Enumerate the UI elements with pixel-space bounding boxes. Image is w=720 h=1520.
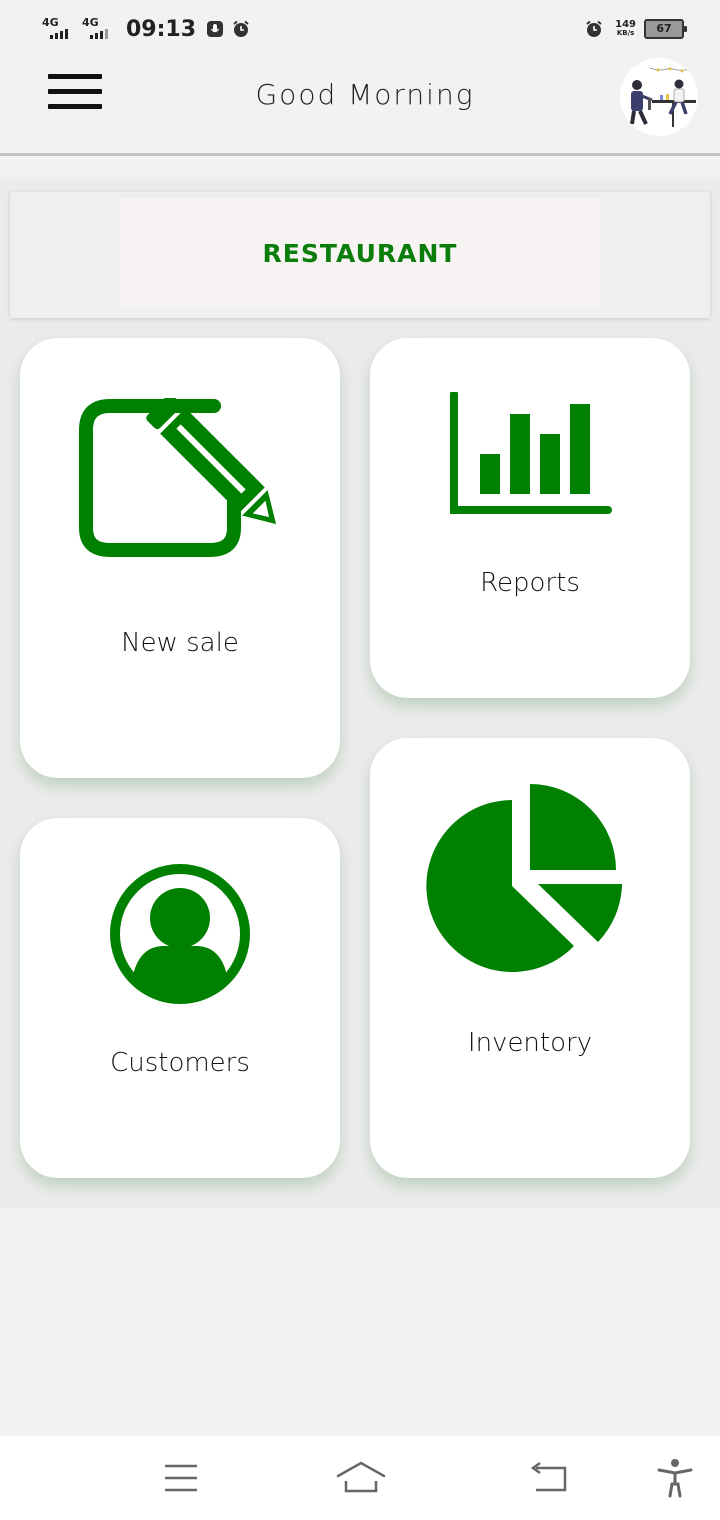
signal-icon-2: 4G (82, 16, 116, 42)
network-type-1: 4G (42, 16, 59, 29)
business-banner: RESTAURANT (10, 192, 710, 318)
greeting-title: Good Morning (255, 78, 475, 111)
signal-icon: 4G (42, 16, 76, 42)
pie-chart-icon (426, 784, 622, 972)
accessibility-icon[interactable] (656, 1458, 694, 1498)
network-speed: 149 KB/s (615, 20, 636, 38)
reports-label: Reports (480, 568, 580, 598)
banner-inner: RESTAURANT (120, 198, 600, 308)
battery-icon: 67 (644, 19, 687, 39)
battery-level: 67 (656, 22, 672, 35)
home-icon[interactable] (336, 1460, 386, 1494)
customers-card[interactable]: Customers (20, 818, 340, 1178)
inventory-card[interactable]: Inventory (370, 738, 690, 1178)
alarm-icon (586, 20, 602, 37)
customers-label: Customers (110, 1048, 250, 1078)
user-circle-icon (110, 864, 250, 1004)
app-header: Good Morning (0, 58, 720, 156)
business-type-title: RESTAURANT (262, 238, 458, 268)
microphone-notification-icon (207, 21, 224, 37)
network-type-2: 4G (82, 16, 99, 29)
new-sale-label: New sale (121, 628, 239, 658)
reports-card[interactable]: Reports (370, 338, 690, 698)
clock: 09:13 (126, 16, 197, 42)
speed-unit: KB/s (616, 29, 635, 37)
avatar[interactable] (620, 58, 698, 136)
alarm-notification-icon (233, 20, 249, 37)
restaurant-illustration-icon (620, 58, 698, 136)
menu-icon[interactable] (164, 1464, 198, 1492)
speed-value: 149 (615, 19, 636, 30)
bar-chart-icon (450, 392, 612, 514)
inventory-label: Inventory (467, 1028, 593, 1058)
system-nav-bar (0, 1436, 720, 1520)
edit-icon (79, 398, 277, 557)
back-icon[interactable] (530, 1462, 568, 1494)
new-sale-card[interactable]: New sale (20, 338, 340, 778)
status-bar: 4G 4G 09:13 149 KB/s 67 (0, 0, 720, 58)
